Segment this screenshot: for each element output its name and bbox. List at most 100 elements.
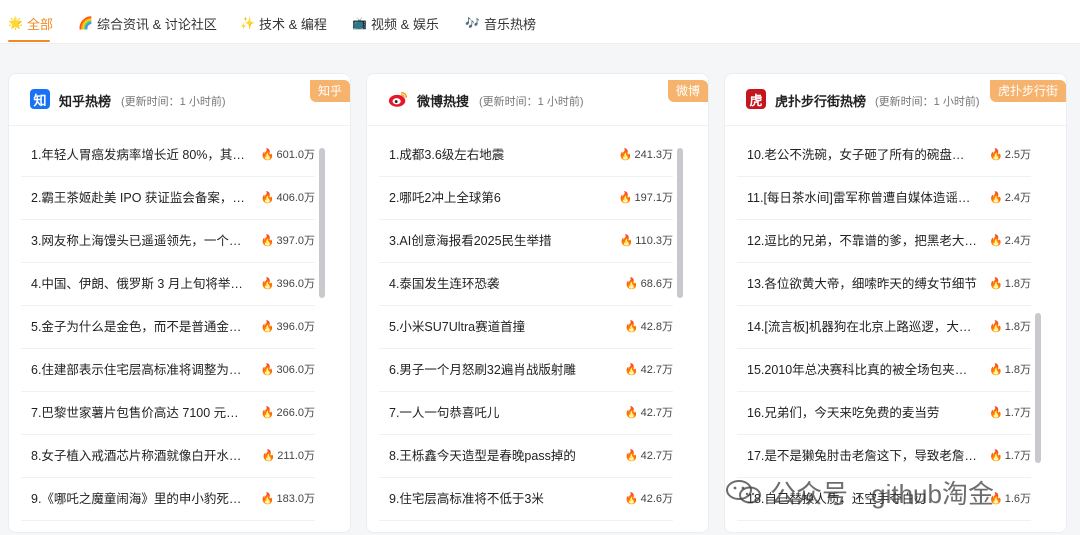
item-title: 1.年轻人胃癌发病率增长近 80%，其… — [31, 148, 245, 162]
hupu-hot-card: 虎 虎扑步行街热榜 (更新时间：1 小时前) 虎扑步行街 10.老公不洗碗，女子… — [724, 73, 1067, 533]
item-heat: 🔥 42.7万 — [624, 364, 673, 376]
fire-icon: 🔥 — [260, 149, 275, 161]
scrollbar-thumb[interactable] — [1035, 313, 1041, 463]
fire-icon: 🔥 — [260, 493, 275, 505]
zhihu-logo-icon: 知 — [30, 89, 50, 109]
scrollbar-thumb[interactable] — [677, 148, 683, 298]
item-title: 17.是不是獭兔肘击老詹这下，导致老詹… — [747, 449, 977, 463]
item-title: 6.男子一个月怒刷32遍肖战版射雕 — [389, 363, 576, 377]
item-title: 5.小米SU7Ultra赛道首撞 — [389, 320, 526, 334]
item-title: 9.住宅层高标准将不低于3米 — [389, 492, 544, 506]
list-item[interactable]: 7.一人一句恭喜吒儿 🔥 42.7万 — [379, 392, 673, 435]
list-item[interactable]: 17.是不是獭兔肘击老詹这下，导致老詹… 🔥 1.7万 — [737, 435, 1031, 478]
update-time: (更新时间：1 小时前) — [479, 96, 584, 108]
item-title: 12.逗比的兄弟，不靠谱的爹，把黑老大… — [747, 234, 977, 248]
card-title: 虎扑步行街热榜 — [775, 94, 867, 109]
item-heat: 🔥 42.8万 — [624, 321, 673, 333]
list-item[interactable]: 6.男子一个月怒刷32遍肖战版射雕 🔥 42.7万 — [379, 349, 673, 392]
list-item[interactable]: 6.住建部表示住宅层高标准将调整为… 🔥 306.0万 — [21, 349, 315, 392]
scrollbar[interactable] — [677, 148, 683, 528]
item-heat: 🔥 1.8万 — [989, 364, 1031, 376]
card-title: 知乎热榜 — [59, 94, 112, 109]
list-item[interactable]: 3.网友称上海馒头已遥遥领先，一个… 🔥 397.0万 — [21, 220, 315, 263]
tab-all[interactable]: 🌟 全部 — [8, 13, 53, 33]
item-title: 14.[流言板]机器狗在北京上路巡逻，大… — [747, 320, 972, 334]
list-item[interactable]: 5.小米SU7Ultra赛道首撞 🔥 42.8万 — [379, 306, 673, 349]
scrollbar-thumb[interactable] — [319, 148, 325, 298]
list-item[interactable]: 4.中国、伊朗、俄罗斯 3 月上旬将举… 🔥 396.0万 — [21, 263, 315, 306]
item-heat: 🔥 396.0万 — [260, 278, 315, 290]
item-heat: 🔥 1.7万 — [989, 407, 1031, 419]
item-heat: 🔥 211.0万 — [261, 450, 315, 462]
list-item[interactable]: 10.老公不洗碗，女子砸了所有的碗盘… 🔥 2.5万 — [737, 134, 1031, 177]
item-title: 15.2010年总决赛科比真的被全场包夹了… — [747, 363, 979, 377]
list-item[interactable]: 9.《哪吒之魔童闹海》里的申小豹死… 🔥 183.0万 — [21, 478, 315, 521]
item-title: 4.泰国发生连环恐袭 — [389, 277, 500, 291]
list-item[interactable]: 2.哪吒2冲上全球第6 🔥 197.1万 — [379, 177, 673, 220]
scrollbar[interactable] — [1035, 148, 1041, 528]
list-item[interactable]: 3.AI创意海报看2025民生举措 🔥 110.3万 — [379, 220, 673, 263]
list-item[interactable]: 15.2010年总决赛科比真的被全场包夹了… 🔥 1.8万 — [737, 349, 1031, 392]
rainbow-icon: 🌈 — [78, 16, 93, 30]
list-item[interactable]: 16.兄弟们，今天来吃免费的麦当劳 🔥 1.7万 — [737, 392, 1031, 435]
item-heat: 🔥 68.6万 — [624, 278, 673, 290]
tv-icon: 📺 — [352, 16, 367, 30]
fire-icon: 🔥 — [619, 235, 634, 247]
update-time: (更新时间：1 小时前) — [121, 96, 226, 108]
tab-music-charts[interactable]: 🎶 音乐热榜 — [465, 13, 536, 33]
fire-icon: 🔥 — [989, 321, 1003, 333]
tab-label: 视频 & 娱乐 — [371, 16, 439, 32]
list-item[interactable]: 8.女子植入戒酒芯片称酒就像白开水… 🔥 211.0万 — [21, 435, 315, 478]
tab-label: 技术 & 编程 — [259, 16, 327, 32]
list-item[interactable]: 13.各位欲黄大帝，细嗦昨天的缚女节细节 🔥 1.8万 — [737, 263, 1031, 306]
item-title: 11.[每日茶水间]雷军称曾遭自媒体造谣… — [747, 191, 971, 205]
item-heat: 🔥 1.8万 — [989, 278, 1031, 290]
list-item[interactable]: 7.巴黎世家薯片包售价高达 7100 元… 🔥 266.0万 — [21, 392, 315, 435]
category-tabs: 🌟 全部 🌈 综合资讯 & 讨论社区 ✨ 技术 & 编程 📺 视频 & 娱乐 🎶… — [0, 0, 1080, 44]
list-item[interactable]: 9.住宅层高标准将不低于3米 🔥 42.6万 — [379, 478, 673, 521]
fire-icon: 🔥 — [989, 278, 1003, 290]
music-notes-icon: 🎶 — [465, 16, 480, 30]
item-title: 7.一人一句恭喜吒儿 — [389, 406, 500, 420]
hupu-logo-icon: 虎 — [746, 89, 766, 109]
fire-icon: 🔥 — [618, 192, 633, 204]
fire-icon: 🔥 — [989, 364, 1003, 376]
item-title: 16.兄弟们，今天来吃免费的麦当劳 — [747, 406, 940, 420]
fire-icon: 🔥 — [260, 321, 275, 333]
item-heat: 🔥 2.5万 — [989, 149, 1031, 161]
list-item[interactable]: 8.王栎鑫今天造型是春晚pass掉的 🔥 42.7万 — [379, 435, 673, 478]
list-item[interactable]: 11.[每日茶水间]雷军称曾遭自媒体造谣… 🔥 2.4万 — [737, 177, 1031, 220]
tab-news-community[interactable]: 🌈 综合资讯 & 讨论社区 — [78, 13, 217, 33]
item-heat: 🔥 1.8万 — [989, 321, 1031, 333]
card-header: 虎 虎扑步行街热榜 (更新时间：1 小时前) 虎扑步行街 — [725, 74, 1066, 126]
card-header: 微博热搜 (更新时间：1 小时前) 微博 — [367, 74, 708, 126]
tab-tech-programming[interactable]: ✨ 技术 & 编程 — [240, 13, 327, 33]
tab-label: 全部 — [27, 16, 54, 32]
item-heat: 🔥 42.6万 — [624, 493, 673, 505]
fire-icon: 🔥 — [989, 235, 1003, 247]
list-item[interactable]: 12.逗比的兄弟，不靠谱的爹，把黑老大… 🔥 2.4万 — [737, 220, 1031, 263]
list-item[interactable]: 14.[流言板]机器狗在北京上路巡逻，大… 🔥 1.8万 — [737, 306, 1031, 349]
item-title: 3.网友称上海馒头已遥遥领先，一个… — [31, 234, 242, 248]
item-title: 8.女子植入戒酒芯片称酒就像白开水… — [31, 449, 242, 463]
fire-icon: 🔥 — [624, 407, 639, 419]
item-title: 2.霸王茶姬赴美 IPO 获证监会备案，… — [31, 191, 245, 205]
list-item[interactable]: 1.成都3.6级左右地震 🔥 241.3万 — [379, 134, 673, 177]
list-item[interactable]: 4.泰国发生连环恐袭 🔥 68.6万 — [379, 263, 673, 306]
item-title: 6.住建部表示住宅层高标准将调整为… — [31, 363, 242, 377]
item-heat: 🔥 396.0万 — [260, 321, 315, 333]
list-item[interactable]: 2.霸王茶姬赴美 IPO 获证监会备案，… 🔥 406.0万 — [21, 177, 315, 220]
tab-video-entertainment[interactable]: 📺 视频 & 娱乐 — [352, 13, 439, 33]
list-item[interactable]: 1.年轻人胃癌发病率增长近 80%，其… 🔥 601.0万 — [21, 134, 315, 177]
tab-label: 综合资讯 & 讨论社区 — [97, 16, 217, 32]
item-heat: 🔥 306.0万 — [260, 364, 315, 376]
item-heat: 🔥 1.6万 — [989, 493, 1031, 505]
weibo-hot-card: 微博热搜 (更新时间：1 小时前) 微博 1.成都3.6级左右地震 🔥 241.3万… — [366, 73, 709, 533]
list-item[interactable]: 5.金子为什么是金色，而不是普通金… 🔥 396.0万 — [21, 306, 315, 349]
wechat-icon — [724, 478, 764, 506]
fire-icon: 🔥 — [261, 450, 276, 462]
item-title: 13.各位欲黄大帝，细嗦昨天的缚女节细节 — [747, 277, 977, 291]
item-title: 5.金子为什么是金色，而不是普通金… — [31, 320, 242, 334]
scrollbar[interactable] — [319, 148, 325, 528]
fire-icon: 🔥 — [260, 235, 275, 247]
